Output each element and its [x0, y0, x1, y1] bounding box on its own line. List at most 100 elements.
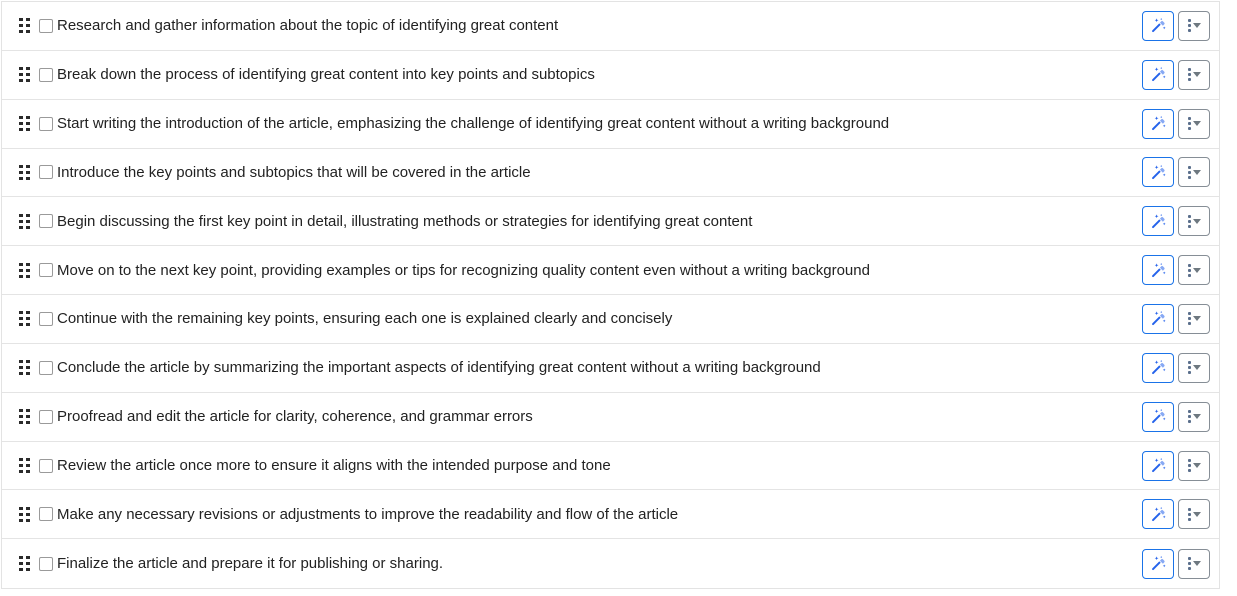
task-checkbox[interactable]: [39, 116, 53, 131]
chevron-down-icon: [1192, 414, 1201, 420]
task-label: Research and gather information about th…: [57, 17, 559, 35]
magic-wand-icon: [1149, 212, 1168, 231]
magic-wand-button[interactable]: [1142, 59, 1174, 90]
magic-wand-button[interactable]: [1142, 352, 1174, 383]
magic-wand-button[interactable]: [1142, 548, 1174, 579]
drag-handle-icon[interactable]: [19, 311, 30, 327]
drag-handle-icon[interactable]: [19, 164, 30, 180]
chevron-down-icon: [1192, 463, 1201, 469]
task-label: Finalize the article and prepare it for …: [57, 555, 444, 573]
row-menu-button[interactable]: [1178, 450, 1210, 481]
magic-wand-icon: [1149, 358, 1168, 377]
vertical-dots-icon: [1187, 117, 1191, 131]
magic-wand-icon: [1149, 505, 1168, 524]
vertical-dots-icon: [1187, 361, 1191, 375]
task-label: Start writing the introduction of the ar…: [57, 115, 890, 133]
chevron-down-icon: [1192, 218, 1201, 224]
drag-handle-icon[interactable]: [19, 262, 30, 278]
row-menu-button[interactable]: [1178, 548, 1210, 579]
task-checkbox[interactable]: [39, 214, 53, 229]
row-actions: [1142, 59, 1210, 90]
magic-wand-button[interactable]: [1142, 157, 1174, 188]
task-checkbox[interactable]: [39, 507, 53, 522]
vertical-dots-icon: [1187, 557, 1191, 571]
row-menu-button[interactable]: [1178, 206, 1210, 237]
magic-wand-button[interactable]: [1142, 401, 1174, 432]
chevron-down-icon: [1192, 365, 1201, 371]
magic-wand-icon: [1149, 114, 1168, 133]
row-actions: [1142, 352, 1210, 383]
task-label: Introduce the key points and subtopics t…: [57, 163, 531, 181]
task-row: Begin discussing the first key point in …: [2, 197, 1219, 247]
row-actions: [1142, 10, 1210, 41]
drag-handle-icon[interactable]: [19, 360, 30, 376]
magic-wand-icon: [1149, 456, 1168, 475]
row-actions: [1142, 401, 1210, 432]
task-label: Move on to the next key point, providing…: [57, 261, 870, 279]
task-label: Continue with the remaining key points, …: [57, 310, 673, 328]
task-label: Break down the process of identifying gr…: [57, 66, 595, 84]
vertical-dots-icon: [1187, 214, 1191, 228]
magic-wand-icon: [1149, 309, 1168, 328]
task-row: Proofread and edit the article for clari…: [2, 392, 1219, 442]
chevron-down-icon: [1192, 23, 1201, 29]
row-actions: [1142, 255, 1210, 286]
task-row: Research and gather information about th…: [2, 2, 1219, 51]
drag-handle-icon[interactable]: [19, 116, 30, 132]
chevron-down-icon: [1192, 316, 1201, 322]
task-row: Break down the process of identifying gr…: [2, 50, 1219, 100]
magic-wand-icon: [1149, 554, 1168, 573]
vertical-dots-icon: [1187, 459, 1191, 473]
row-menu-button[interactable]: [1178, 10, 1210, 41]
task-checkbox[interactable]: [39, 458, 53, 473]
drag-handle-icon[interactable]: [19, 506, 30, 522]
row-actions: [1142, 450, 1210, 481]
task-row: Finalize the article and prepare it for …: [2, 539, 1219, 589]
vertical-dots-icon: [1187, 165, 1191, 179]
row-menu-button[interactable]: [1178, 255, 1210, 286]
magic-wand-button[interactable]: [1142, 10, 1174, 41]
row-menu-button[interactable]: [1178, 59, 1210, 90]
row-menu-button[interactable]: [1178, 157, 1210, 188]
task-row: Introduce the key points and subtopics t…: [2, 148, 1219, 198]
drag-handle-icon[interactable]: [19, 213, 30, 229]
vertical-dots-icon: [1187, 19, 1191, 33]
task-checkbox[interactable]: [39, 409, 53, 424]
magic-wand-icon: [1149, 65, 1168, 84]
task-label: Proofread and edit the article for clari…: [57, 408, 533, 426]
task-checkbox[interactable]: [39, 311, 53, 326]
row-menu-button[interactable]: [1178, 401, 1210, 432]
task-checkbox[interactable]: [39, 263, 53, 278]
vertical-dots-icon: [1187, 263, 1191, 277]
magic-wand-button[interactable]: [1142, 206, 1174, 237]
magic-wand-button[interactable]: [1142, 108, 1174, 139]
chevron-down-icon: [1192, 169, 1201, 175]
magic-wand-button[interactable]: [1142, 499, 1174, 530]
task-row: Make any necessary revisions or adjustme…: [2, 490, 1219, 540]
task-row: Conclude the article by summarizing the …: [2, 343, 1219, 393]
magic-wand-button[interactable]: [1142, 303, 1174, 334]
magic-wand-button[interactable]: [1142, 450, 1174, 481]
task-checkbox[interactable]: [39, 18, 53, 33]
drag-handle-icon[interactable]: [19, 67, 30, 83]
task-checkbox[interactable]: [39, 165, 53, 180]
row-menu-button[interactable]: [1178, 352, 1210, 383]
drag-handle-icon[interactable]: [19, 409, 30, 425]
vertical-dots-icon: [1187, 68, 1191, 82]
drag-handle-icon[interactable]: [19, 458, 30, 474]
row-menu-button[interactable]: [1178, 499, 1210, 530]
drag-handle-icon[interactable]: [19, 18, 30, 34]
magic-wand-button[interactable]: [1142, 255, 1174, 286]
drag-handle-icon[interactable]: [19, 556, 30, 572]
task-checkbox[interactable]: [39, 360, 53, 375]
chevron-down-icon: [1192, 511, 1201, 517]
magic-wand-icon: [1149, 261, 1168, 280]
chevron-down-icon: [1192, 267, 1201, 273]
chevron-down-icon: [1192, 121, 1201, 127]
task-checkbox[interactable]: [39, 556, 53, 571]
row-menu-button[interactable]: [1178, 303, 1210, 334]
chevron-down-icon: [1192, 561, 1201, 567]
row-menu-button[interactable]: [1178, 108, 1210, 139]
task-checkbox[interactable]: [39, 67, 53, 82]
row-actions: [1142, 303, 1210, 334]
